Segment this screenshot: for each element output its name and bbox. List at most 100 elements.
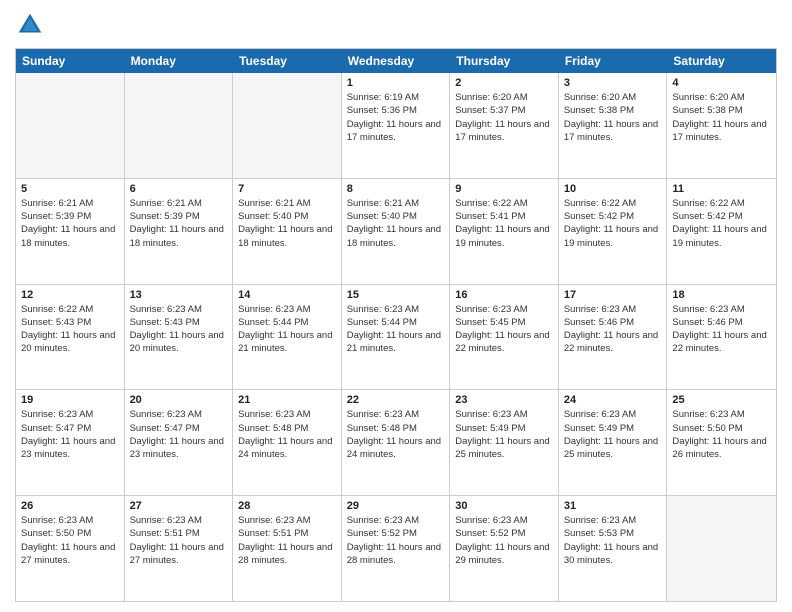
sunset-text: Sunset: 5:44 PM bbox=[238, 317, 308, 328]
day-number: 7 bbox=[238, 183, 336, 195]
day-number: 1 bbox=[347, 77, 445, 89]
day-cell: 15Sunrise: 6:23 AMSunset: 5:44 PMDayligh… bbox=[342, 285, 451, 390]
day-info: Sunrise: 6:23 AMSunset: 5:49 PMDaylight:… bbox=[564, 408, 662, 461]
sunset-text: Sunset: 5:48 PM bbox=[238, 423, 308, 434]
day-info: Sunrise: 6:23 AMSunset: 5:53 PMDaylight:… bbox=[564, 514, 662, 567]
sunset-text: Sunset: 5:37 PM bbox=[455, 105, 525, 116]
logo-icon bbox=[15, 10, 45, 40]
day-info: Sunrise: 6:19 AMSunset: 5:36 PMDaylight:… bbox=[347, 91, 445, 144]
day-info: Sunrise: 6:23 AM Sunset: 5:44 PM Daylight:… bbox=[238, 303, 336, 356]
sunrise-text: Sunrise: 6:23 AM bbox=[130, 304, 202, 315]
day-cell: 30 Sunrise: 6:23 AM Sunset: 5:52 PM Dayligh… bbox=[450, 496, 559, 601]
day-cell: 11Sunrise: 6:22 AMSunset: 5:42 PMDayligh… bbox=[667, 179, 776, 284]
sunrise-text: Sunrise: 6:19 AM bbox=[347, 92, 419, 103]
daylight-text: Daylight: 11 hours and 24 minutes. bbox=[347, 436, 441, 460]
day-number: 17 bbox=[564, 289, 662, 301]
day-info: Sunrise: 6:20 AMSunset: 5:37 PMDaylight:… bbox=[455, 91, 553, 144]
day-number: 6 bbox=[130, 183, 228, 195]
sunset-text: Sunset: 5:38 PM bbox=[564, 105, 634, 116]
day-number: 29 bbox=[347, 500, 445, 512]
day-number: 18 bbox=[672, 289, 771, 301]
sunrise-text: Sunrise: 6:20 AM bbox=[564, 92, 636, 103]
day-info: Sunrise: 6:22 AMSunset: 5:43 PMDaylight:… bbox=[21, 303, 119, 356]
sunrise-text: Sunrise: 6:23 AM bbox=[347, 409, 419, 420]
day-info: Sunrise: 6:23 AMSunset: 5:48 PMDaylight:… bbox=[238, 408, 336, 461]
sunset-text: Sunset: 5:46 PM bbox=[672, 317, 742, 328]
daylight-text: Daylight: 11 hours and 23 minutes. bbox=[130, 436, 224, 460]
week-row-4: 19Sunrise: 6:23 AMSunset: 5:47 PMDayligh… bbox=[16, 389, 776, 495]
day-cell: 16Sunrise: 6:23 AMSunset: 5:45 PMDayligh… bbox=[450, 285, 559, 390]
calendar-body: 1 Sunrise: 6:19 AM Sunset: 5:36 PM Daylight… bbox=[16, 73, 776, 601]
day-number: 16 bbox=[455, 289, 553, 301]
sunrise-text: Sunrise: 6:21 AM bbox=[347, 198, 419, 209]
sunrise-text: Sunrise: 6:21 AM bbox=[238, 198, 310, 209]
day-header-thursday: Thursday bbox=[450, 49, 559, 73]
sunset-text: Sunset: 5:40 PM bbox=[238, 211, 308, 222]
sunrise-text: Sunrise: 6:23 AM bbox=[564, 304, 636, 315]
sunrise-text: Sunrise: 6:22 AM bbox=[564, 198, 636, 209]
sunset-text: Sunset: 5:43 PM bbox=[21, 317, 91, 328]
sunrise-text: Sunrise: 6:23 AM bbox=[21, 515, 93, 526]
day-cell: 5Sunrise: 6:21 AMSunset: 5:39 PMDaylight… bbox=[16, 179, 125, 284]
day-cell: 9Sunrise: 6:22 AMSunset: 5:41 PMDaylight… bbox=[450, 179, 559, 284]
sunset-text: Sunset: 5:41 PM bbox=[455, 211, 525, 222]
day-info: Sunrise: 6:21 AMSunset: 5:40 PMDaylight:… bbox=[238, 197, 336, 250]
day-cell bbox=[16, 73, 125, 178]
day-cell: 22Sunrise: 6:23 AMSunset: 5:48 PMDayligh… bbox=[342, 390, 451, 495]
day-info: Sunrise: 6:23 AMSunset: 5:46 PMDaylight:… bbox=[672, 303, 771, 356]
sunset-text: Sunset: 5:52 PM bbox=[455, 528, 525, 539]
day-number: 28 bbox=[238, 500, 336, 512]
sunrise-text: Sunrise: 6:23 AM bbox=[564, 409, 636, 420]
day-info: Sunrise: 6:23 AMSunset: 5:47 PMDaylight:… bbox=[130, 408, 228, 461]
day-header-friday: Friday bbox=[559, 49, 668, 73]
sunset-text: Sunset: 5:39 PM bbox=[21, 211, 91, 222]
day-info: Sunrise: 6:22 AMSunset: 5:41 PMDaylight:… bbox=[455, 197, 553, 250]
daylight-text: Daylight: 11 hours and 22 minutes. bbox=[564, 330, 658, 354]
daylight-text: Daylight: 11 hours and 30 minutes. bbox=[564, 542, 658, 566]
sunrise-text: Sunrise: 6:23 AM bbox=[130, 409, 202, 420]
day-number: 26 bbox=[21, 500, 119, 512]
sunset-text: Sunset: 5:47 PM bbox=[21, 423, 91, 434]
sunrise-text: Sunrise: 6:23 AM bbox=[672, 304, 744, 315]
sunset-text: Sunset: 5:46 PM bbox=[564, 317, 634, 328]
day-cell: 23 Sunrise: 6:23 AMSunset: 5:49 PMDayligh… bbox=[450, 390, 559, 495]
sunset-text: Sunset: 5:51 PM bbox=[238, 528, 308, 539]
daylight-text: Daylight: 11 hours and 22 minutes. bbox=[455, 330, 549, 354]
page: SundayMondayTuesdayWednesdayThursdayFrid… bbox=[0, 0, 792, 612]
daylight-text: Daylight: 11 hours and 24 minutes. bbox=[238, 436, 332, 460]
day-cell: 13Sunrise: 6:23 AMSunset: 5:43 PMDayligh… bbox=[125, 285, 234, 390]
sunrise-text: Sunrise: 6:23 AM bbox=[238, 304, 310, 315]
day-cell: 19Sunrise: 6:23 AMSunset: 5:47 PMDayligh… bbox=[16, 390, 125, 495]
sunset-text: Sunset: 5:36 PM bbox=[347, 105, 417, 116]
calendar: SundayMondayTuesdayWednesdayThursdayFrid… bbox=[15, 48, 777, 602]
sunrise-text: Sunrise: 6:23 AM bbox=[21, 409, 93, 420]
day-cell: 14Sunrise: 6:23 AMSunset: 5:44 PMDayligh… bbox=[233, 285, 342, 390]
day-info: Sunrise: 6:22 AMSunset: 5:42 PMDaylight:… bbox=[564, 197, 662, 250]
day-number: 30 bbox=[455, 500, 553, 512]
sunrise-text: Sunrise: 6:23 AM bbox=[455, 515, 527, 526]
day-info: Sunrise: 6:23 AM Sunset: 5:52 PM Daylight:… bbox=[455, 514, 553, 567]
sunset-text: Sunset: 5:44 PM bbox=[347, 317, 417, 328]
sunset-text: Sunset: 5:43 PM bbox=[130, 317, 200, 328]
daylight-text: Daylight: 11 hours and 17 minutes. bbox=[455, 119, 549, 143]
day-number: 23 bbox=[455, 394, 553, 406]
sunrise-text: Sunrise: 6:21 AM bbox=[130, 198, 202, 209]
day-number: 24 bbox=[564, 394, 662, 406]
day-info: Sunrise: 6:20 AMSunset: 5:38 PMDaylight:… bbox=[564, 91, 662, 144]
daylight-text: Daylight: 11 hours and 21 minutes. bbox=[347, 330, 441, 354]
daylight-text: Daylight: 11 hours and 29 minutes. bbox=[455, 542, 549, 566]
day-cell bbox=[667, 496, 776, 601]
day-cell: 25Sunrise: 6:23 AMSunset: 5:50 PMDayligh… bbox=[667, 390, 776, 495]
day-cell: 1Sunrise: 6:19 AMSunset: 5:36 PMDaylight… bbox=[342, 73, 451, 178]
daylight-text: Daylight: 11 hours and 17 minutes. bbox=[672, 119, 766, 143]
daylight-text: Daylight: 11 hours and 28 minutes. bbox=[347, 542, 441, 566]
day-info: Sunrise: 6:23 AMSunset: 5:49 PMDaylight:… bbox=[455, 408, 553, 461]
daylight-text: Daylight: 11 hours and 21 minutes. bbox=[238, 330, 332, 354]
week-row-5: 26Sunrise: 6:23 AMSunset: 5:50 PMDayligh… bbox=[16, 495, 776, 601]
sunrise-text: Sunrise: 6:22 AM bbox=[21, 304, 93, 315]
day-info: Sunrise: 6:23 AMSunset: 5:52 PMDaylight:… bbox=[347, 514, 445, 567]
day-number: 22 bbox=[347, 394, 445, 406]
day-cell: 21Sunrise: 6:23 AMSunset: 5:48 PMDayligh… bbox=[233, 390, 342, 495]
day-number: 5 bbox=[21, 183, 119, 195]
day-cell: 17 Sunrise: 6:23 AM Sunset: 5:46 PM Dayligh… bbox=[559, 285, 668, 390]
